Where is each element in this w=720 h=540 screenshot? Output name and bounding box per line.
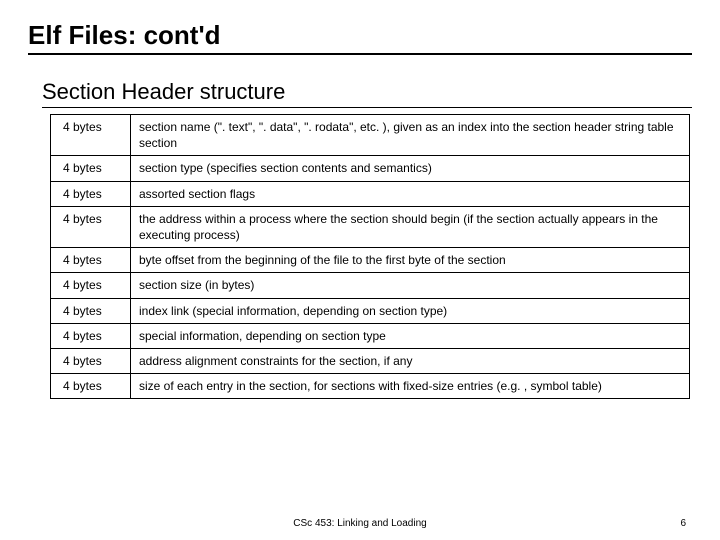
field-description: address alignment constraints for the se… xyxy=(131,348,690,373)
field-description: section name (". text", ". data", ". rod… xyxy=(131,115,690,156)
footer-page-number: 6 xyxy=(680,518,686,529)
footer-course: CSc 453: Linking and Loading xyxy=(293,518,426,529)
field-size: 4 bytes xyxy=(51,181,131,206)
section-header-table: 4 bytessection name (". text", ". data",… xyxy=(50,114,690,399)
field-size: 4 bytes xyxy=(51,248,131,273)
table-row: 4 bytessize of each entry in the section… xyxy=(51,374,690,399)
table-row: 4 bytessection size (in bytes) xyxy=(51,273,690,298)
table-row: 4 bytesspecial information, depending on… xyxy=(51,323,690,348)
field-description: section size (in bytes) xyxy=(131,273,690,298)
section-header-table-wrap: 4 bytessection name (". text", ". data",… xyxy=(50,114,690,399)
table-row: 4 bytesthe address within a process wher… xyxy=(51,206,690,247)
table-row: 4 bytessection type (specifies section c… xyxy=(51,156,690,181)
table-row: 4 bytessection name (". text", ". data",… xyxy=(51,115,690,156)
field-description: assorted section flags xyxy=(131,181,690,206)
field-description: section type (specifies section contents… xyxy=(131,156,690,181)
field-size: 4 bytes xyxy=(51,273,131,298)
field-size: 4 bytes xyxy=(51,374,131,399)
table-row: 4 bytesindex link (special information, … xyxy=(51,298,690,323)
field-size: 4 bytes xyxy=(51,115,131,156)
field-description: byte offset from the beginning of the fi… xyxy=(131,248,690,273)
table-row: 4 bytesbyte offset from the beginning of… xyxy=(51,248,690,273)
field-size: 4 bytes xyxy=(51,156,131,181)
field-description: special information, depending on sectio… xyxy=(131,323,690,348)
field-description: size of each entry in the section, for s… xyxy=(131,374,690,399)
field-description: index link (special information, dependi… xyxy=(131,298,690,323)
field-size: 4 bytes xyxy=(51,323,131,348)
slide-title: Elf Files: cont'd xyxy=(28,20,692,55)
field-size: 4 bytes xyxy=(51,206,131,247)
field-size: 4 bytes xyxy=(51,298,131,323)
table-row: 4 bytesassorted section flags xyxy=(51,181,690,206)
field-description: the address within a process where the s… xyxy=(131,206,690,247)
table-row: 4 bytesaddress alignment constraints for… xyxy=(51,348,690,373)
slide-subtitle: Section Header structure xyxy=(42,79,692,108)
field-size: 4 bytes xyxy=(51,348,131,373)
